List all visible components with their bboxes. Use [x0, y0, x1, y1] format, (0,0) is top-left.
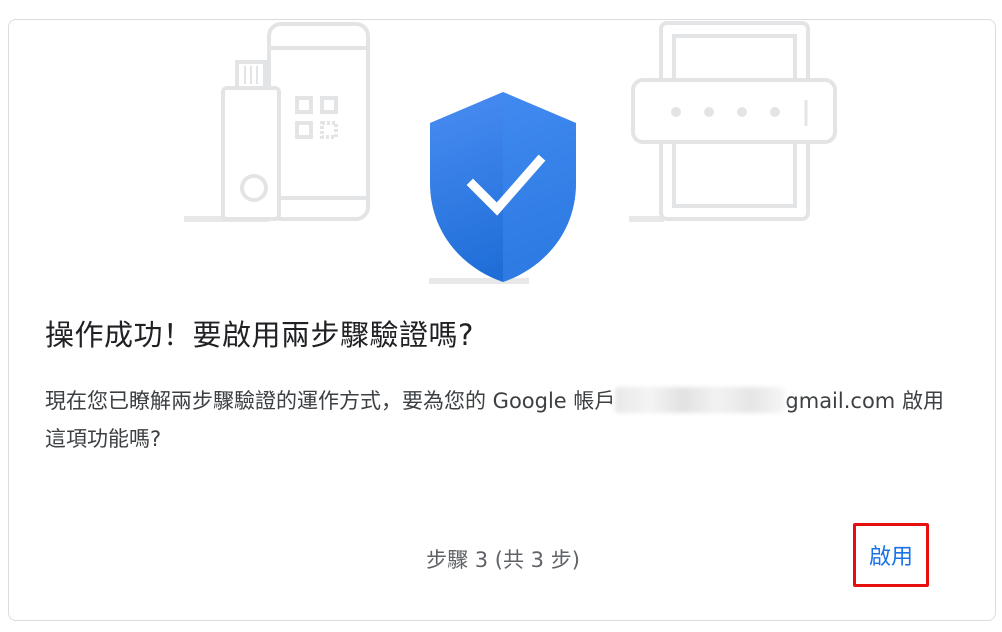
security-key-and-phone-qr-icon [184, 22, 370, 222]
step-indicator: 步驟 3 (共 3 步) [426, 548, 580, 572]
redacted-email [615, 387, 786, 413]
dialog-title: 操作成功！要啟用兩步驟驗證嗎? [45, 318, 474, 352]
password-field-icon [629, 21, 837, 222]
enable-button[interactable]: 啟用 [853, 523, 929, 587]
two-step-verification-dialog: 操作成功！要啟用兩步驟驗證嗎? 現在您已瞭解兩步驟驗證的運作方式，要為您的 Go… [8, 19, 996, 621]
email-suffix: gmail.com [785, 389, 896, 413]
description-prefix: 現在您已瞭解兩步驟驗證的運作方式，要為您的 Google 帳戶 [45, 389, 616, 413]
dialog-description: 現在您已瞭解兩步驟驗證的運作方式，要為您的 Google 帳戶 gmail.com… [45, 382, 955, 458]
illustration [184, 21, 837, 284]
shield-check-icon [429, 92, 576, 284]
